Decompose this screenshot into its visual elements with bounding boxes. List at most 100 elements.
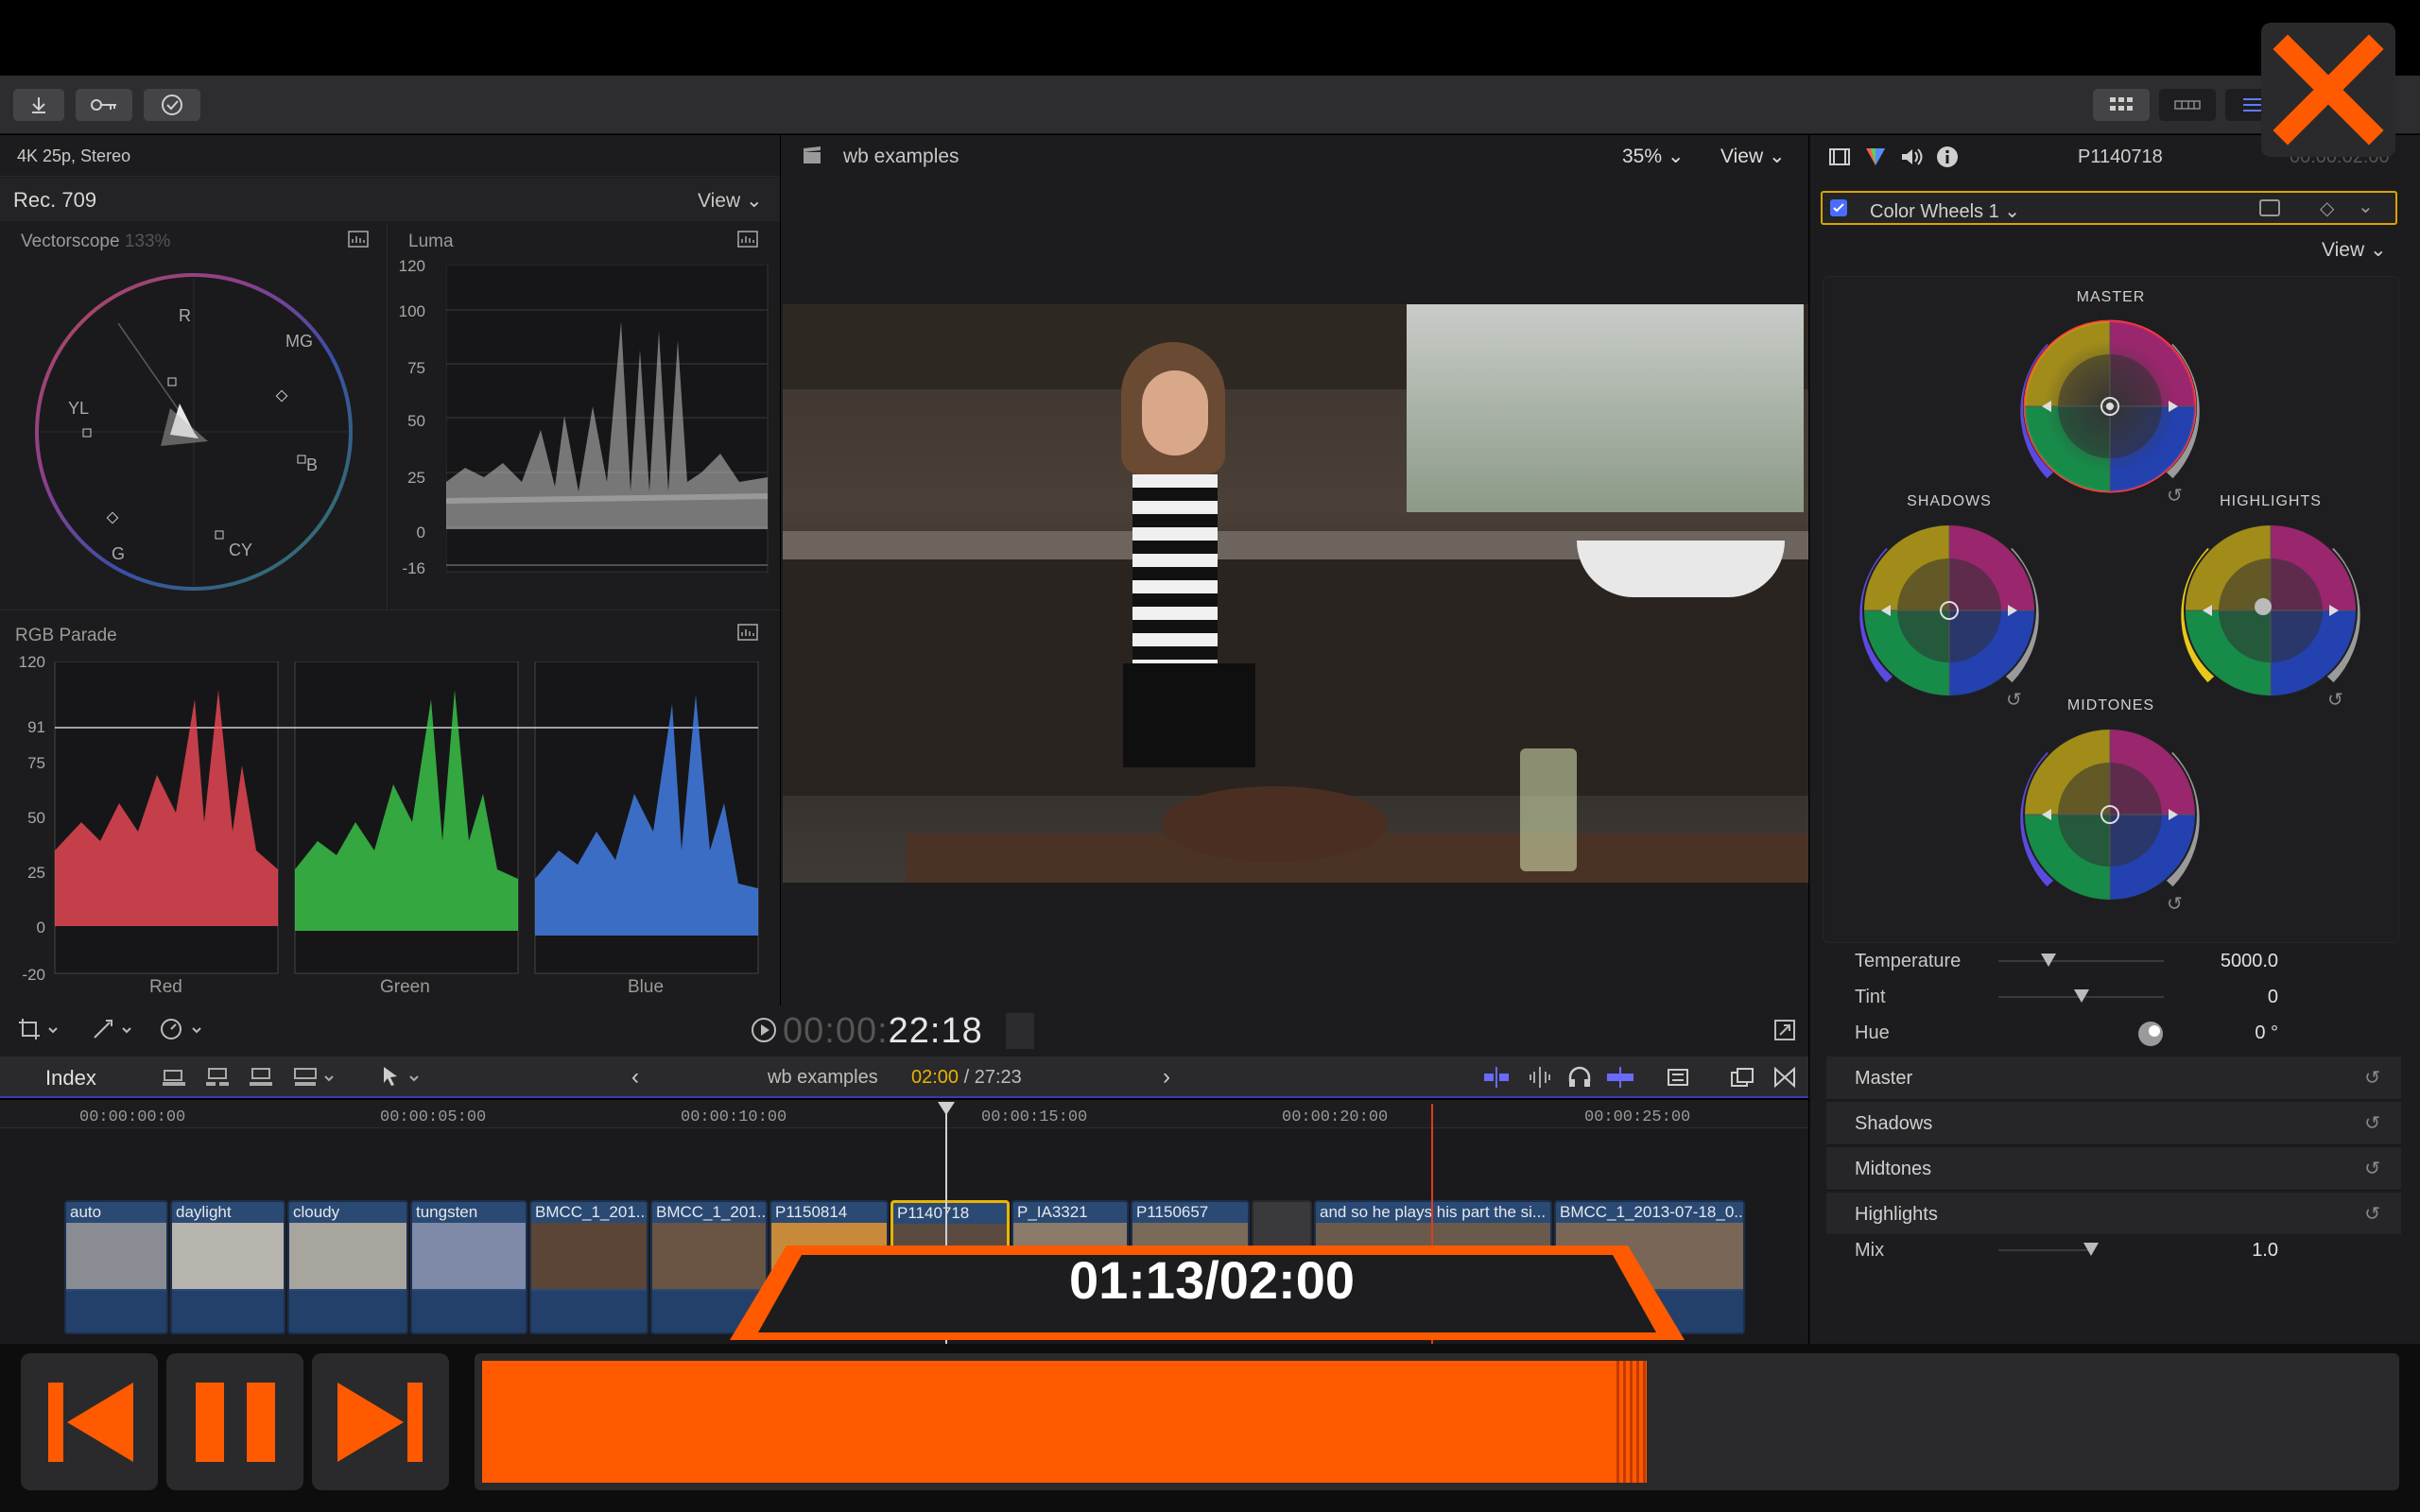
vector-target-g: G <box>112 544 126 563</box>
clip-name: BMCC_1_2013-07-18_0... <box>1560 1203 1745 1221</box>
clip-name: auto <box>70 1203 102 1221</box>
chevron-down-icon[interactable]: ⌄ <box>2358 195 2374 218</box>
shadows-color-wheel[interactable] <box>1836 516 2063 714</box>
ruler-label: 00:00:20:00 <box>1282 1108 1389 1126</box>
connect-edit-icon[interactable] <box>293 1067 338 1094</box>
reset-icon[interactable]: ↺ <box>2364 1111 2380 1135</box>
info-icon[interactable] <box>1936 146 1959 173</box>
vectorscope-title: Vectorscope <box>21 232 120 251</box>
audio-skimming-icon[interactable] <box>1526 1067 1554 1092</box>
scope-settings-icon[interactable] <box>348 231 369 254</box>
effect-enable-checkbox[interactable] <box>1830 199 1847 216</box>
color-inspector-icon[interactable] <box>1864 146 1887 172</box>
highlights-color-wheel[interactable] <box>2157 516 2384 714</box>
parade-settings-icon[interactable] <box>737 624 758 647</box>
history-forward-icon[interactable]: › <box>1163 1064 1170 1091</box>
insert-edit-icon[interactable] <box>204 1067 231 1094</box>
crop-icon[interactable] <box>17 1017 59 1046</box>
vectorscope-graticule <box>35 273 353 591</box>
highlights-reset-icon[interactable]: ↺ <box>2327 688 2343 712</box>
slider-thumb[interactable] <box>2083 1243 2099 1256</box>
viewer-view-menu[interactable]: View ⌄ <box>1720 145 1786 168</box>
select-tool-icon[interactable] <box>380 1065 425 1094</box>
section-master[interactable]: Master ↺ <box>1826 1057 2401 1100</box>
index-button[interactable]: Index <box>45 1066 96 1091</box>
pause-button[interactable] <box>166 1353 303 1490</box>
timeline-ruler[interactable] <box>0 1100 1808 1128</box>
luma-tick: 0 <box>416 524 425 541</box>
timeline-clip[interactable]: daylight <box>170 1200 285 1334</box>
skip-back-button[interactable] <box>21 1353 158 1490</box>
timeline-clip[interactable]: auto <box>64 1200 168 1334</box>
effects-browser-icon[interactable] <box>1730 1067 1754 1092</box>
skip-forward-button[interactable] <box>312 1353 449 1490</box>
audio-inspector-icon[interactable] <box>1900 146 1925 172</box>
timeline-toggle-button[interactable] <box>2159 89 2216 121</box>
timeline-clip[interactable]: BMCC_1_201... <box>529 1200 648 1334</box>
close-button[interactable] <box>2261 23 2395 157</box>
speed-icon[interactable] <box>159 1017 206 1046</box>
browser-toggle-button[interactable] <box>2093 89 2150 121</box>
progress-fill <box>482 1361 1648 1483</box>
timeline-position: 02:00 / 27:23 <box>911 1067 1022 1089</box>
keyword-button[interactable] <box>76 89 132 121</box>
timeline-clip[interactable]: cloudy <box>287 1200 408 1334</box>
hue-control[interactable]: Hue 0 ° <box>1826 1015 2401 1051</box>
tint-value[interactable]: 0 <box>2146 987 2278 1008</box>
reset-icon[interactable]: ↺ <box>2364 1157 2380 1180</box>
midtones-reset-icon[interactable]: ↺ <box>2167 892 2183 916</box>
mix-slider[interactable]: Mix 1.0 <box>1826 1234 2401 1266</box>
transform-icon[interactable] <box>91 1017 132 1046</box>
reset-icon[interactable]: ↺ <box>2364 1202 2380 1226</box>
tint-slider[interactable]: Tint 0 <box>1826 979 2401 1015</box>
timeline-gap-clip[interactable] <box>1252 1200 1312 1247</box>
effect-header[interactable]: Color Wheels 1 ⌄ ◇ ⌄ <box>1821 191 2397 225</box>
headphones-icon[interactable] <box>1567 1066 1592 1093</box>
luma-settings-icon[interactable] <box>737 231 758 254</box>
audio-meter <box>1006 1013 1034 1049</box>
scopes-header: Rec. 709 View ⌄ <box>0 178 780 221</box>
inspector-view-menu[interactable]: View ⌄ <box>2322 238 2387 262</box>
slider-thumb[interactable] <box>2040 954 2056 967</box>
append-edit-icon[interactable] <box>161 1067 187 1094</box>
midtones-color-wheel[interactable] <box>1996 720 2223 919</box>
fullscreen-icon[interactable] <box>1773 1019 1796 1046</box>
shadows-reset-icon[interactable]: ↺ <box>2006 688 2022 712</box>
close-icon <box>2273 34 2384 146</box>
background-tasks-button[interactable] <box>144 89 200 121</box>
master-reset-icon[interactable]: ↺ <box>2167 484 2183 507</box>
luma-tick: -16 <box>402 559 425 577</box>
playhead-handle[interactable] <box>938 1102 955 1115</box>
timeline-clip[interactable]: tungsten <box>410 1200 527 1334</box>
luma-title: Luma <box>408 232 454 251</box>
hue-value[interactable]: 0 ° <box>2146 1022 2278 1044</box>
temperature-slider[interactable]: Temperature 5000.0 <box>1826 943 2401 979</box>
video-inspector-icon[interactable] <box>1828 146 1851 172</box>
progress-handle[interactable] <box>1613 1361 1648 1483</box>
temperature-value[interactable]: 5000.0 <box>2146 951 2278 972</box>
effect-name-menu[interactable]: Color Wheels 1 ⌄ <box>1870 199 2020 223</box>
import-button[interactable] <box>13 89 64 121</box>
mask-icon[interactable] <box>2259 199 2280 216</box>
section-label: Master <box>1855 1068 1913 1089</box>
progress-track[interactable] <box>475 1353 2399 1490</box>
section-shadows[interactable]: Shadows ↺ <box>1826 1102 2401 1145</box>
reset-icon[interactable]: ↺ <box>2364 1066 2380 1090</box>
snapping-icon[interactable] <box>1605 1067 1635 1092</box>
master-color-wheel[interactable] <box>1996 312 2223 510</box>
juice-glass <box>1520 748 1577 871</box>
keyframe-icon[interactable]: ◇ <box>2320 197 2334 220</box>
clip-appearance-icon[interactable] <box>1666 1067 1690 1092</box>
zoom-menu[interactable]: 35% ⌄ <box>1622 145 1684 168</box>
play-button[interactable] <box>751 1017 777 1048</box>
overwrite-edit-icon[interactable] <box>248 1067 274 1094</box>
transitions-browser-icon[interactable] <box>1773 1066 1796 1092</box>
slider-thumb[interactable] <box>2073 989 2089 1003</box>
section-highlights[interactable]: Highlights ↺ <box>1826 1193 2401 1236</box>
girl-skirt <box>1123 663 1255 767</box>
scopes-view-menu[interactable]: View ⌄ <box>698 189 763 213</box>
section-midtones[interactable]: Midtones ↺ <box>1826 1147 2401 1191</box>
history-back-icon[interactable]: ‹ <box>631 1064 639 1091</box>
mix-value[interactable]: 1.0 <box>2146 1240 2278 1262</box>
skimming-icon[interactable] <box>1482 1067 1511 1092</box>
